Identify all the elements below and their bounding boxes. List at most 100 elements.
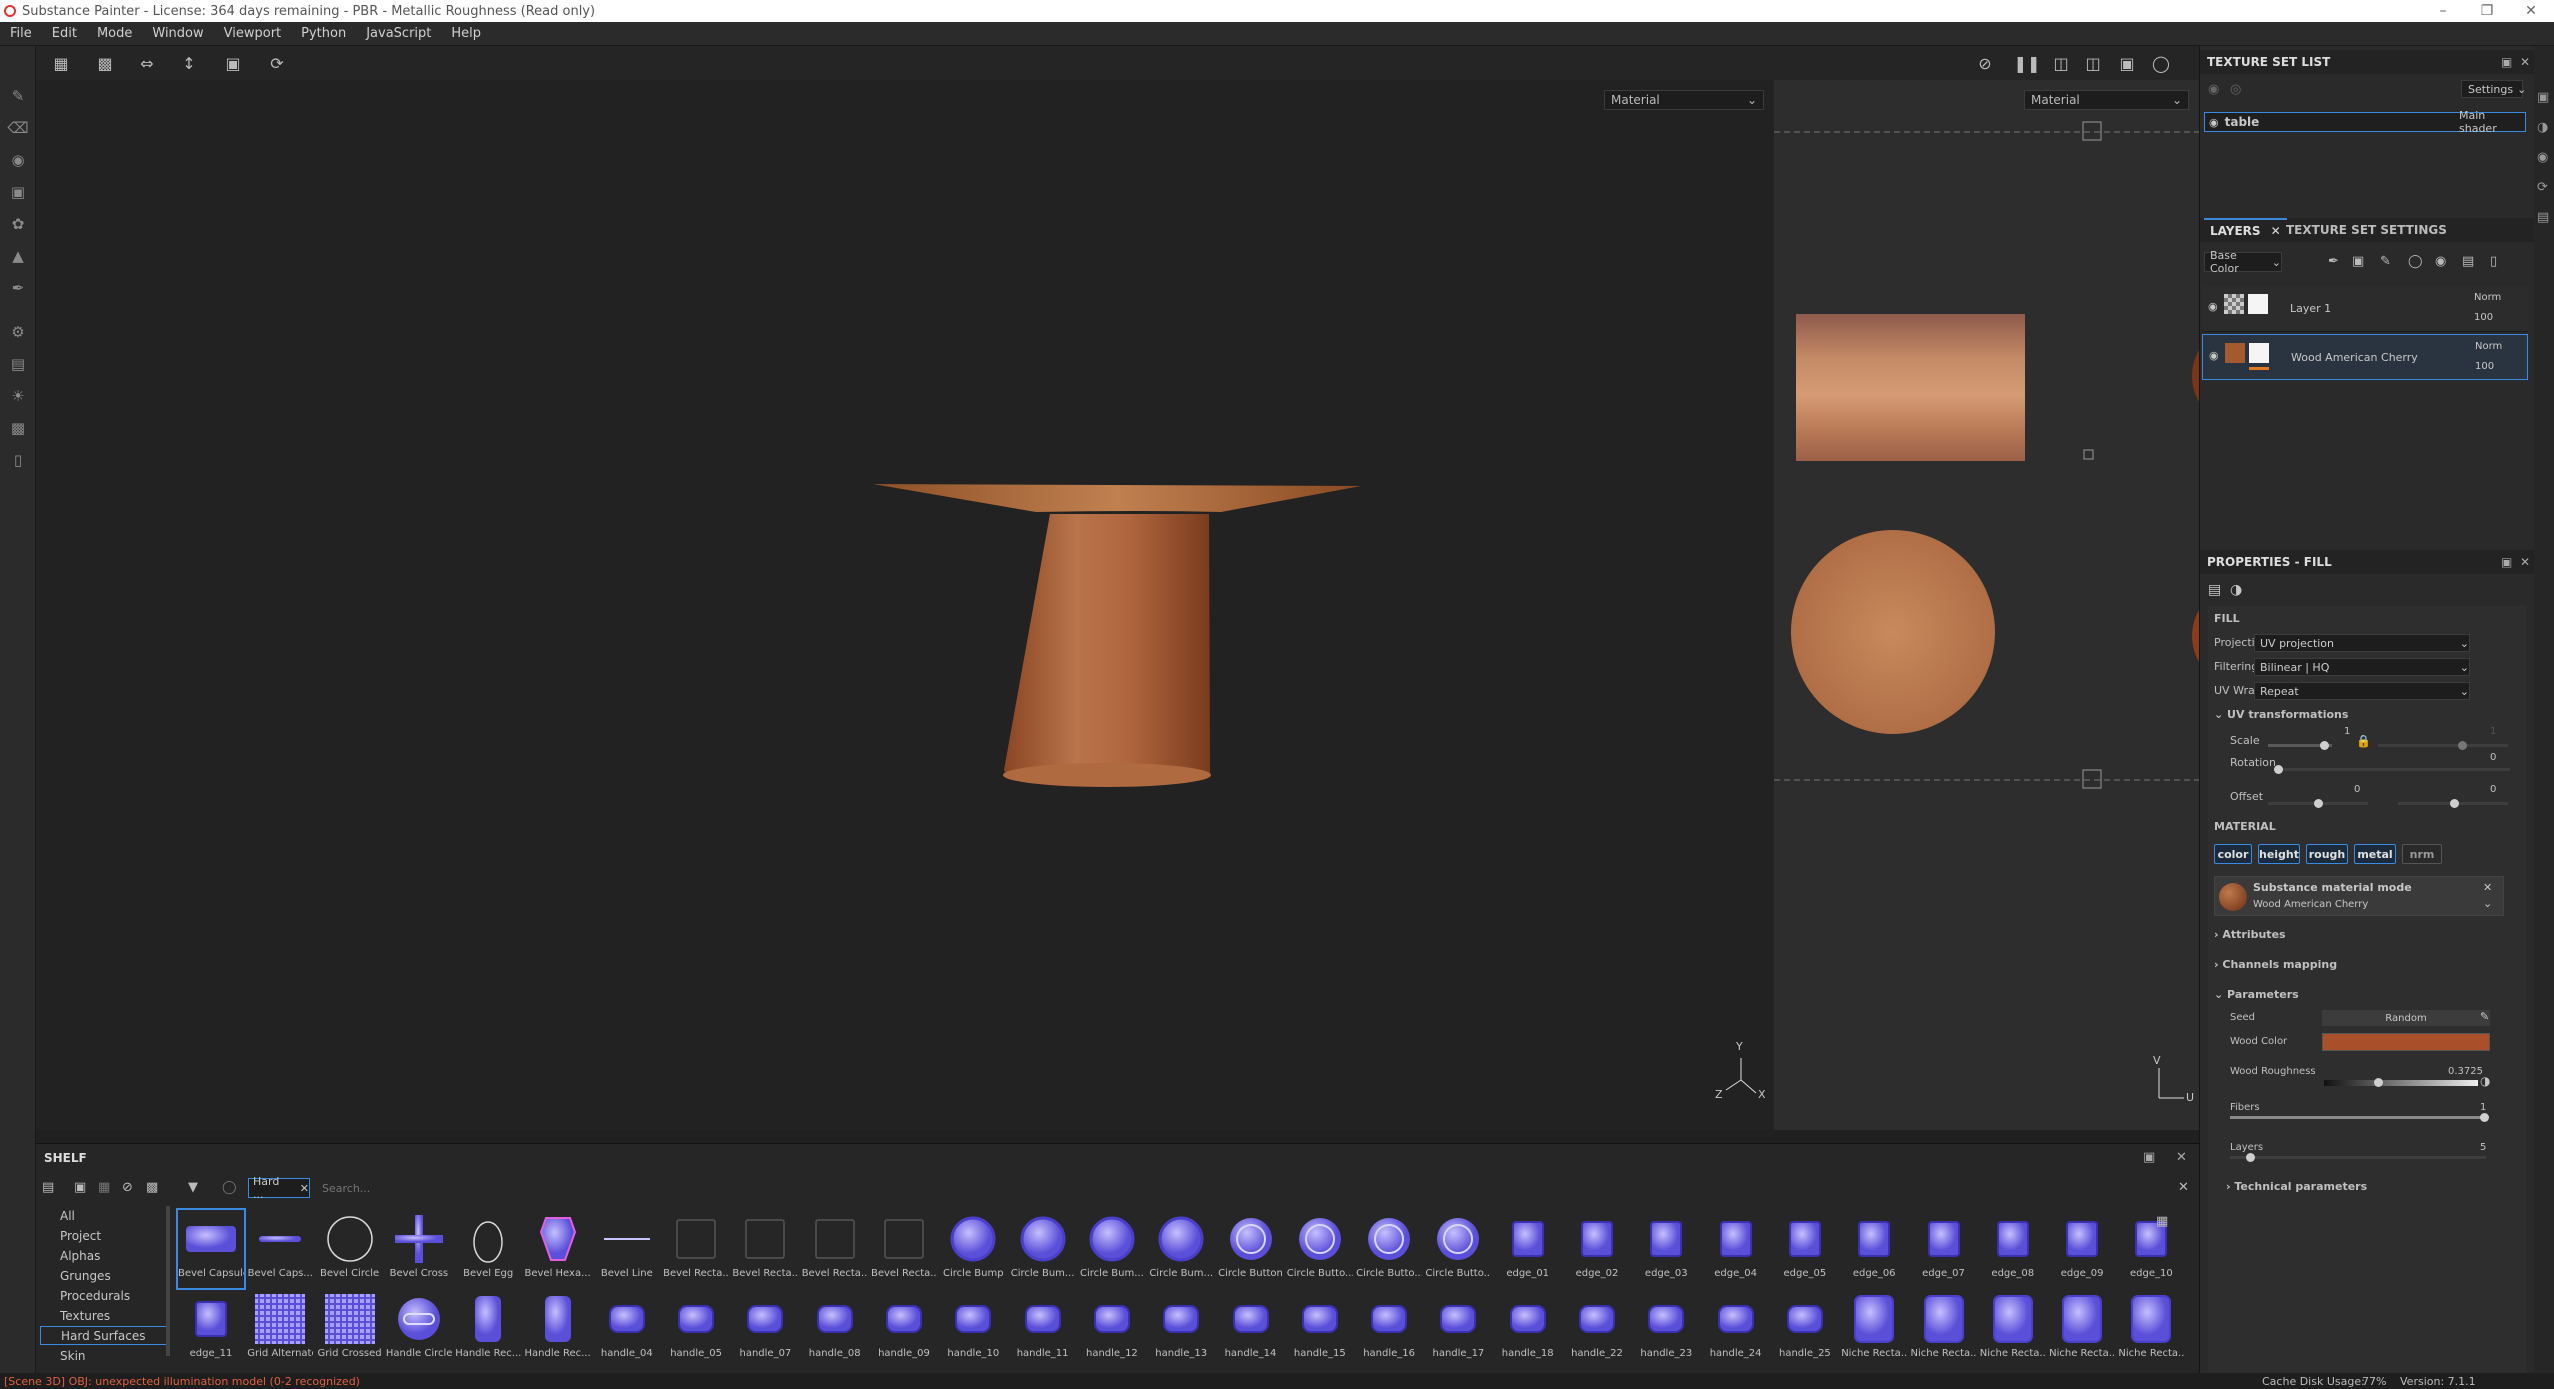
attributes-section[interactable]: › Attributes (2214, 928, 2286, 941)
shelf-item[interactable]: Bevel Recta... (663, 1210, 729, 1288)
symmetry-icon[interactable]: ⇔ (136, 52, 158, 74)
screenshot-icon[interactable]: ◯ (2150, 52, 2172, 74)
shelf-item[interactable]: handle_17 (1425, 1290, 1491, 1368)
add-mask-icon[interactable]: ▣ (2352, 254, 2364, 269)
tab-texture-set-settings[interactable]: TEXTURE SET SETTINGS (2286, 218, 2447, 242)
offset-slider-1[interactable] (2268, 799, 2368, 808)
pause-icon[interactable]: ❚❚ (2014, 52, 2041, 74)
import-icon[interactable]: ▩ (146, 1180, 158, 1195)
smudge-icon[interactable]: ✿ (8, 214, 28, 234)
visibility-eye-icon[interactable]: ◉ (2209, 349, 2219, 362)
menu-python[interactable]: Python (291, 26, 356, 41)
material-sphere-icon[interactable]: ◑ (2230, 582, 2242, 598)
shelf-item[interactable]: Circle Bum... (1010, 1210, 1076, 1288)
projection-icon[interactable]: ◉ (8, 150, 28, 170)
category-all[interactable]: All (54, 1206, 184, 1225)
shelf-item[interactable]: Circle Bump (940, 1210, 1006, 1288)
layer-opacity[interactable]: 100 (2474, 312, 2493, 323)
log-dock-icon[interactable]: ▤ (2537, 210, 2549, 225)
shelf-item[interactable]: edge_05 (1772, 1210, 1838, 1288)
add-folder-icon[interactable]: ▤ (2462, 254, 2474, 269)
shelf-item[interactable]: Niche Recta... (2049, 1290, 2115, 1368)
shelf-item[interactable]: handle_15 (1287, 1290, 1353, 1368)
layer-row[interactable]: ◉ Layer 1 Norm 100 (2202, 286, 2528, 332)
uvwrap-select[interactable]: Repeat ⌄ (2254, 682, 2470, 700)
delete-layer-icon[interactable]: ▯ (2490, 254, 2497, 269)
shelf-item[interactable]: handle_10 (940, 1290, 1006, 1368)
menu-edit[interactable]: Edit (42, 26, 87, 41)
shelf-item[interactable]: Circle Bum... (1079, 1210, 1145, 1288)
shelf-item[interactable]: Grid Crossed (317, 1290, 383, 1368)
shelf-item[interactable]: handle_13 (1148, 1290, 1214, 1368)
layer-blend-mode[interactable]: Norm (2475, 341, 2502, 352)
folder-icon[interactable]: ▤ (42, 1180, 54, 1195)
shelf-item[interactable]: edge_02 (1564, 1210, 1630, 1288)
menu-mode[interactable]: Mode (87, 26, 142, 41)
offset-slider-2[interactable] (2398, 799, 2508, 808)
shelf-item[interactable]: Circle Bum... (1148, 1210, 1214, 1288)
shelf-item[interactable]: handle_07 (732, 1290, 798, 1368)
menu-javascript[interactable]: JavaScript (356, 26, 441, 41)
clone-stamp-icon[interactable]: ▲ (8, 246, 28, 266)
shelf-item[interactable]: handle_14 (1218, 1290, 1284, 1368)
shelf-item[interactable]: handle_04 (594, 1290, 660, 1368)
display-dock-icon[interactable]: ◑ (2537, 120, 2548, 135)
scale-slider-2-knob[interactable] (2458, 741, 2467, 750)
rotation-slider[interactable] (2274, 765, 2510, 774)
category-grunges[interactable]: Grunges (54, 1266, 184, 1285)
float-panel-icon[interactable]: ▣ (2501, 55, 2512, 69)
chip-color[interactable]: color (2214, 844, 2252, 864)
shelf-search-input[interactable] (316, 1178, 2196, 1198)
shelf-item[interactable]: handle_05 (663, 1290, 729, 1368)
shelf-item[interactable]: Circle Button (1218, 1210, 1284, 1288)
shelf-item[interactable]: edge_03 (1633, 1210, 1699, 1288)
filter-icon[interactable]: ▼ (188, 1180, 198, 1195)
layers-param-slider[interactable] (2230, 1153, 2486, 1162)
shelf-item[interactable]: edge_06 (1841, 1210, 1907, 1288)
close-panel-icon[interactable]: ✕ (2520, 55, 2530, 69)
shelf-item[interactable]: edge_04 (1703, 1210, 1769, 1288)
add-paint-layer-icon[interactable]: ✎ (2380, 254, 2391, 269)
history-icon[interactable]: ⟳ (266, 52, 288, 74)
category-alphas[interactable]: Alphas (54, 1246, 184, 1265)
shelf-item[interactable]: handle_18 (1495, 1290, 1561, 1368)
wood-color-swatch[interactable] (2322, 1033, 2490, 1051)
close-panel-icon[interactable]: ✕ (2520, 555, 2530, 569)
uv-transform-heading[interactable]: ⌄ UV transformations (2214, 708, 2348, 721)
category-hard-surfaces[interactable]: Hard Surfaces (40, 1326, 168, 1345)
remove-tag-icon[interactable]: ✕ (300, 1182, 309, 1195)
fibers-slider-knob[interactable] (2480, 1113, 2489, 1122)
eye-icon[interactable]: ◉ (2208, 82, 2219, 97)
remove-material-icon[interactable]: ✕ (2483, 881, 2492, 894)
clear-filter-icon[interactable]: ◯ (222, 1180, 237, 1195)
shelf-item[interactable]: Bevel Hexa... (525, 1210, 591, 1288)
layer-opacity[interactable]: 100 (2475, 361, 2494, 372)
offset-slider-2-knob[interactable] (2450, 799, 2459, 808)
close-tab-icon[interactable]: ✕ (2271, 224, 2281, 238)
display-settings-icon[interactable]: ☀ (8, 386, 28, 406)
photoshop-icon[interactable]: ▩ (8, 418, 28, 438)
filtering-select[interactable]: Bilinear | HQ ⌄ (2254, 658, 2470, 676)
texture-set-dock-icon[interactable]: ▣ (2537, 90, 2549, 105)
shelf-item[interactable]: Niche Recta... (1980, 1290, 2046, 1368)
split-view-icon[interactable]: ◫ (2050, 52, 2072, 74)
shelf-item[interactable]: handle_22 (1564, 1290, 1630, 1368)
eye-off-icon[interactable]: ◎ (2230, 82, 2241, 97)
edit-seed-icon[interactable]: ✎ (2480, 1010, 2489, 1023)
shelf-item[interactable]: Bevel Recta... (871, 1210, 937, 1288)
grid-size-icon[interactable]: ▦ (2156, 1214, 2168, 1229)
close-window-icon[interactable]: ✕ (2512, 0, 2550, 22)
wood-roughness-slider[interactable] (2324, 1078, 2478, 1087)
chip-height[interactable]: height (2258, 844, 2300, 864)
float-panel-icon[interactable]: ▣ (2143, 1150, 2155, 1165)
scale-slider-2[interactable] (2378, 741, 2508, 750)
layer-row-selected[interactable]: ◉ Wood American Cherry Norm 100 (2202, 334, 2528, 380)
add-fill-layer-icon[interactable]: ◯ (2408, 254, 2423, 269)
shelf-item[interactable]: Circle Butto... (1356, 1210, 1422, 1288)
shelf-item[interactable]: Bevel Recta... (802, 1210, 868, 1288)
chip-nrm[interactable]: nrm (2402, 844, 2442, 864)
substance-material-card[interactable]: Substance material mode Wood American Ch… (2214, 876, 2504, 916)
history-dock-icon[interactable]: ⟳ (2537, 180, 2548, 195)
shelf-item[interactable]: edge_10 (2118, 1210, 2184, 1288)
shelf-item[interactable]: Bevel Caps... (247, 1210, 313, 1288)
